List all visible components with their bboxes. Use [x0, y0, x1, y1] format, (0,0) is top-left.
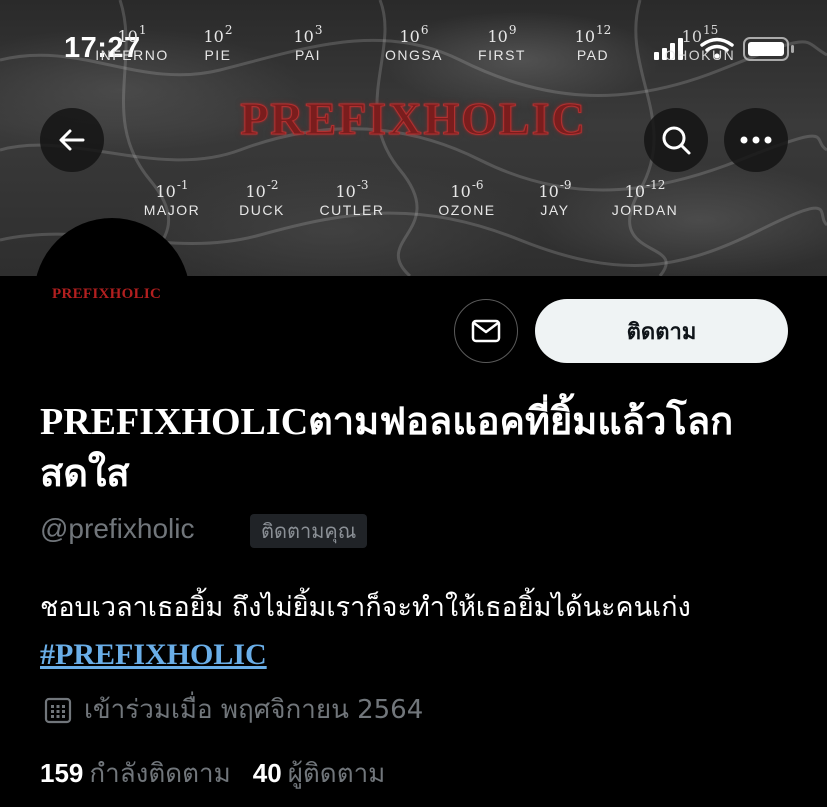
display-name: PREFIXHOLICตามฟอลแอคที่ยิ้มแล้วโลกสดใส [40, 401, 734, 495]
bio: ชอบเวลาเธอยิ้ม ถึงไม่ยิ้มเราก็จะทำให้เธอ… [40, 584, 800, 679]
following-count: 159 [40, 758, 84, 788]
mail-icon [471, 319, 501, 343]
joined-date: เข้าร่วมเมื่อ พฤศจิกายน 2564 [44, 689, 423, 730]
prefix-label: 10-3 CUTLER [319, 178, 385, 218]
search-button[interactable] [644, 108, 708, 172]
following-label: กำลังติดตาม [89, 759, 231, 789]
prefix-label: 1015 OHOKUN [664, 23, 736, 63]
arrow-left-icon [59, 129, 85, 151]
message-button[interactable] [454, 299, 518, 363]
following-link[interactable]: 159 กำลังติดตาม [40, 753, 231, 794]
follow-stats: 159 กำลังติดตาม 40 ผู้ติดตาม [40, 753, 385, 794]
back-button[interactable] [40, 108, 104, 172]
prefix-label: 10-12 JORDAN [611, 178, 679, 218]
follow-button[interactable]: ติดตาม [535, 299, 788, 363]
avatar[interactable]: PREFIXHOLIC [34, 218, 190, 374]
search-icon [662, 126, 691, 155]
joined-text: เข้าร่วมเมื่อ พฤศจิกายน 2564 [84, 695, 424, 725]
follows-you-badge: ติดตามคุณ [250, 514, 368, 548]
bio-hashtag-link[interactable]: #PREFIXHOLIC [40, 638, 267, 671]
followers-link[interactable]: 40 ผู้ติดตาม [253, 753, 386, 794]
prefix-label: 103 PAI [293, 23, 323, 63]
handle: @prefixholic [40, 513, 195, 544]
bio-text: ชอบเวลาเธอยิ้ม ถึงไม่ยิ้มเราก็จะทำให้เธอ… [40, 592, 691, 623]
more-button[interactable] [724, 108, 788, 172]
followers-count: 40 [252, 758, 282, 788]
calendar-icon [44, 697, 72, 723]
prefix-label: 1012 PAD [574, 23, 612, 63]
more-icon [740, 136, 772, 144]
avatar-logo-text: PREFIXHOLIC [52, 286, 162, 302]
followers-label: ผู้ติดตาม [287, 759, 386, 789]
